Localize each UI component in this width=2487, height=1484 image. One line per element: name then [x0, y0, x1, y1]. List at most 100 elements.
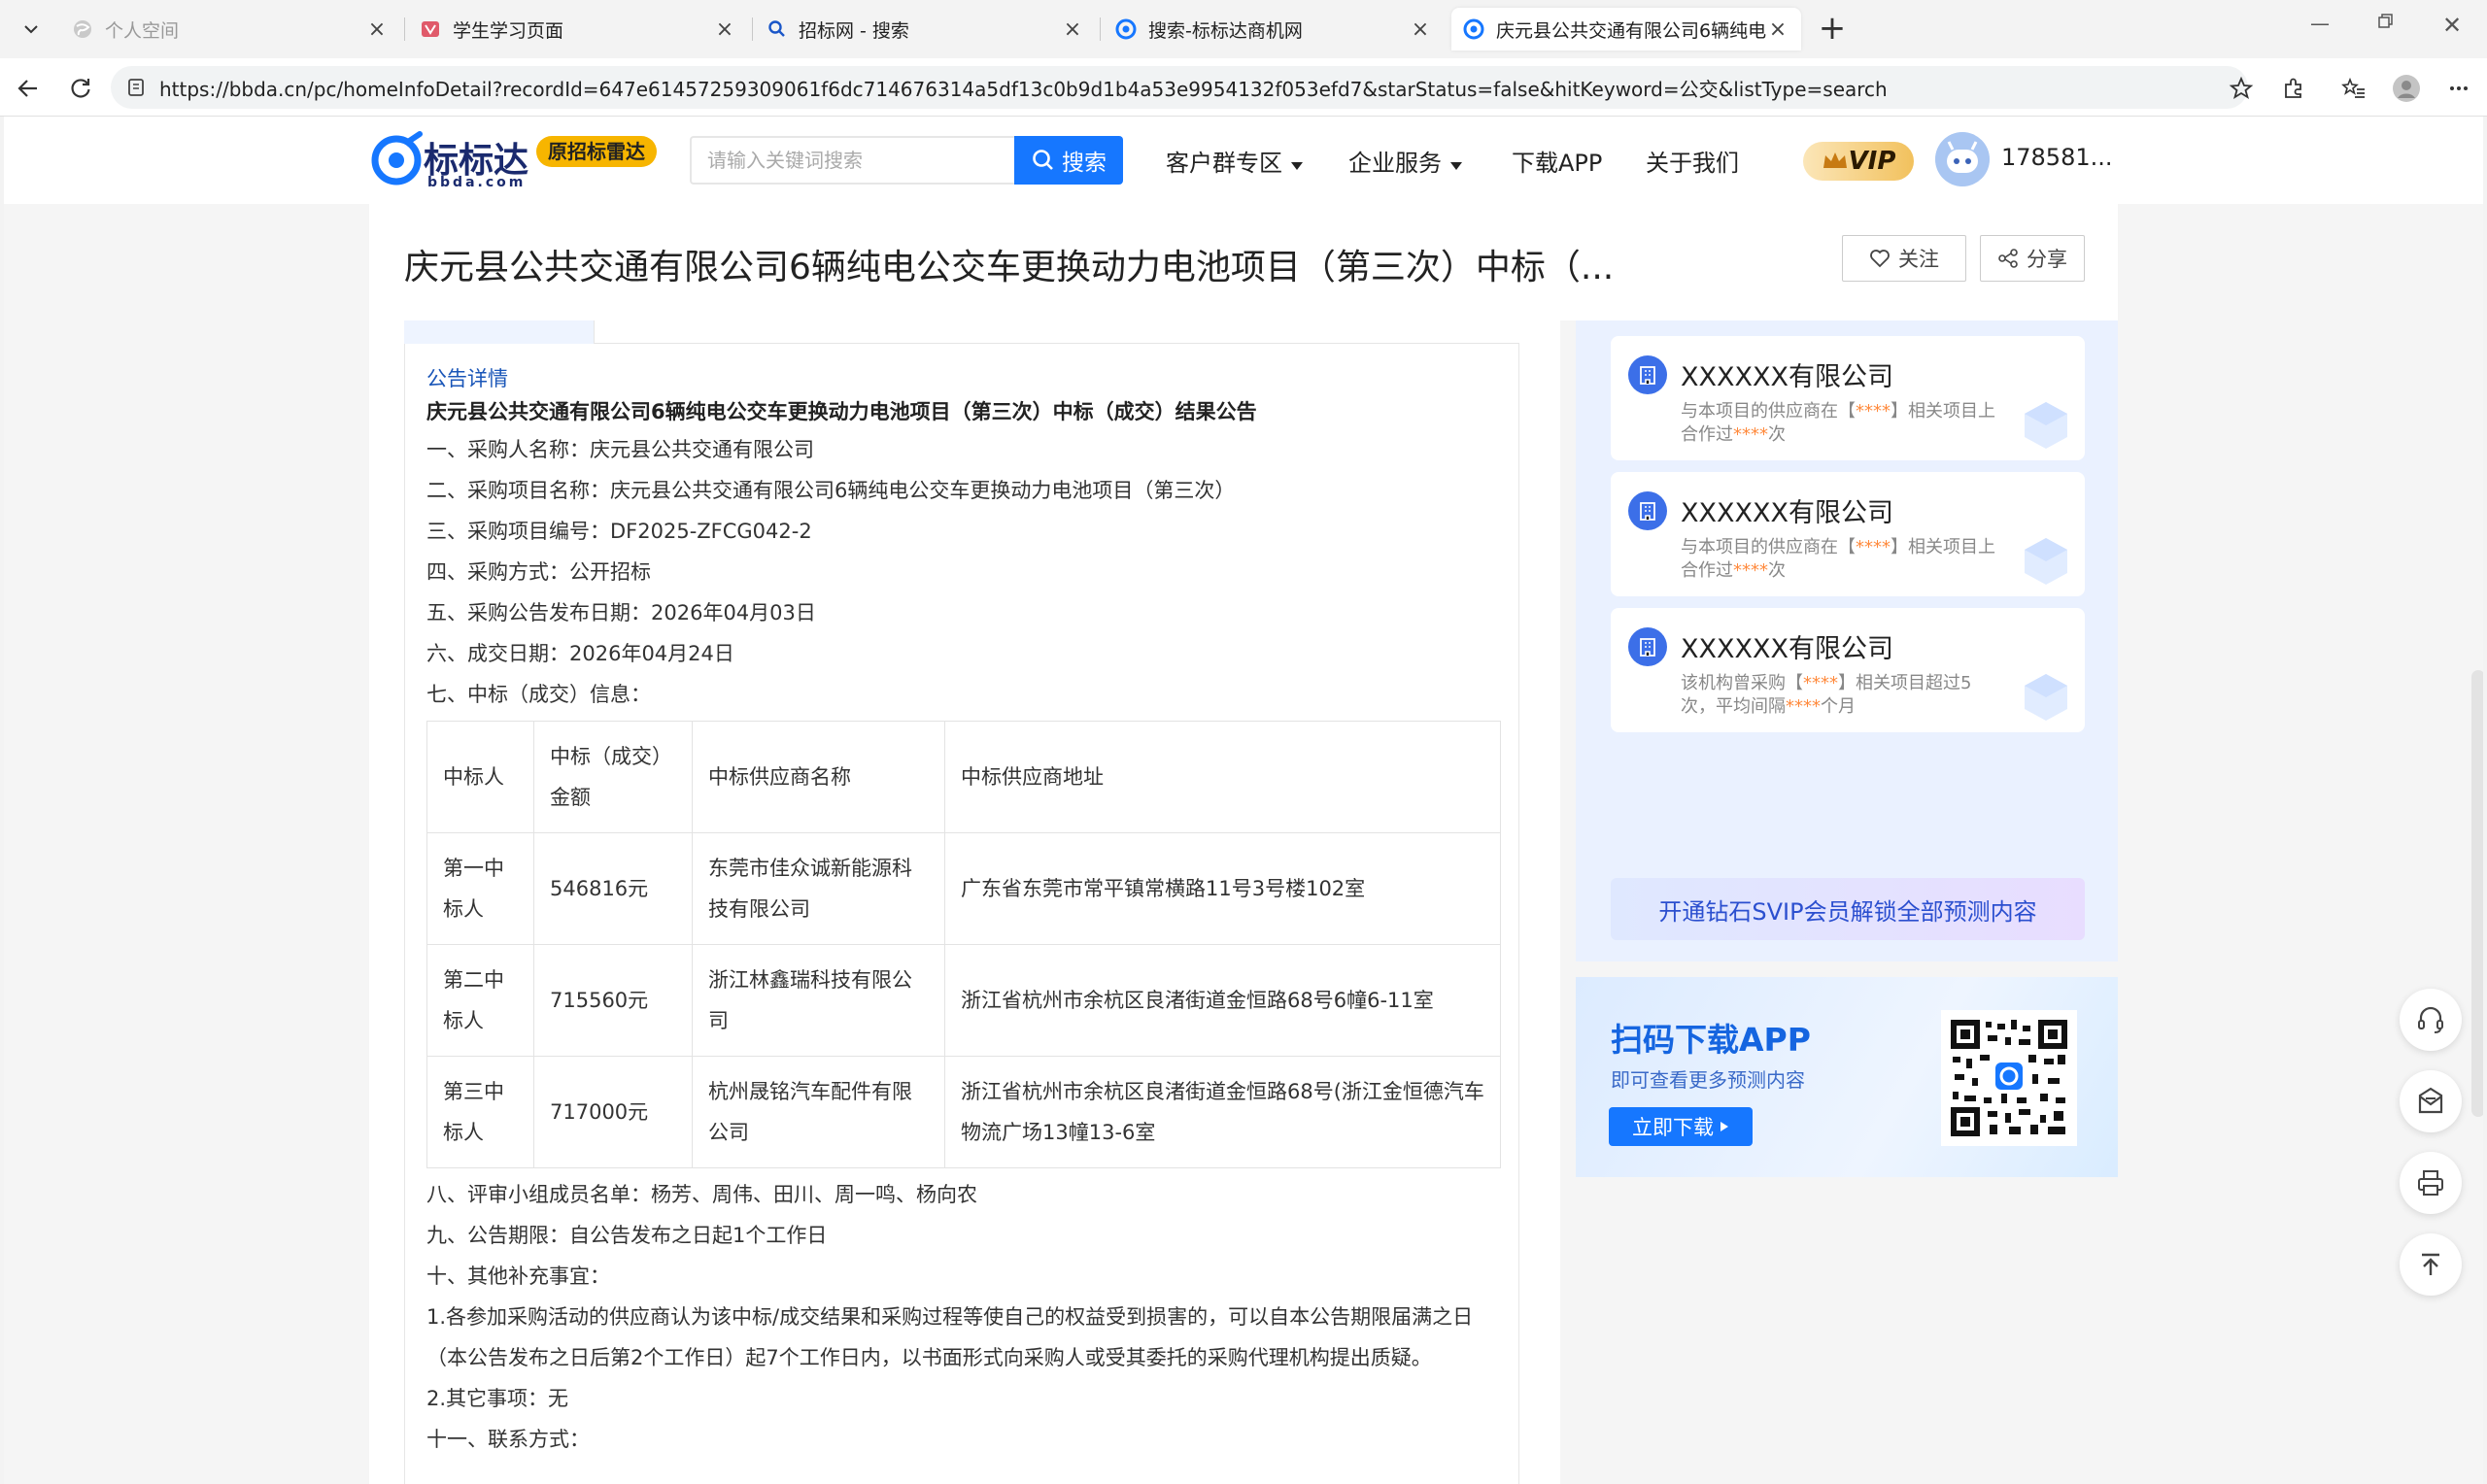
share-button[interactable]: 分享 [1980, 235, 2085, 282]
table-cell: 东莞市佳众诚新能源科技有限公司 [692, 832, 945, 945]
play-arrow-icon [1720, 1122, 1728, 1131]
tab-actions-button[interactable] [10, 12, 52, 47]
supplier-card[interactable]: XXXXXX有限公司 与本项目的供应商在【****】相关项目上合作过****次 [1611, 472, 2085, 596]
article-line: 一、采购人名称：庆元县公共交通有限公司 [426, 438, 814, 461]
award-table: 中标人 中标（成交）金额 中标供应商名称 中标供应商地址 第一中标人 54681… [426, 721, 1501, 1168]
reload-button[interactable] [64, 72, 97, 105]
search-icon [768, 20, 785, 37]
masked-text: **** [1803, 673, 1838, 693]
table-cell: 浙江省杭州市余杭区良渚街道金恒路68号6幢6-11室 [944, 944, 1501, 1057]
favorite-star-button[interactable] [2225, 72, 2258, 105]
tab-bbda-search[interactable]: 搜索-标标达商机网 × [1104, 8, 1444, 51]
back-button[interactable] [12, 72, 45, 105]
desc-text: 与本项目的供应商在【 [1681, 401, 1856, 422]
close-icon[interactable]: × [1766, 17, 1789, 42]
supplier-name: XXXXXX有限公司 [1681, 634, 1893, 664]
search-button[interactable]: 搜索 [1014, 136, 1123, 185]
cube-decoration-icon [2025, 674, 2067, 721]
url-text: https://bbda.cn/pc/homeInfoDetail?record… [159, 77, 1888, 101]
supplier-card[interactable]: XXXXXX有限公司 该机构曾采购【****】相关项目超过5次，平均间隔****… [1611, 608, 2085, 732]
download-now-button[interactable]: 立即下载 [1609, 1107, 1753, 1146]
username[interactable]: 178581... [2001, 144, 2113, 171]
reload-icon [71, 79, 90, 98]
favorites-icon [2341, 77, 2365, 98]
table-cell: 第三中标人 [426, 1056, 534, 1168]
star-icon [2229, 76, 2254, 99]
tab-personal-space[interactable]: 个人空间 × [60, 8, 400, 51]
qr-code [1941, 1010, 2077, 1146]
article-line: 十一、联系方式： [426, 1428, 590, 1451]
vip-badge[interactable]: VIP [1803, 142, 1914, 181]
table-cell: 第二中标人 [426, 944, 534, 1057]
caret-down-icon [1449, 162, 1462, 170]
extensions-button[interactable] [2277, 72, 2310, 105]
minimize-button[interactable]: — [2300, 12, 2339, 35]
restore-button[interactable] [2367, 12, 2405, 35]
close-icon[interactable]: × [1061, 17, 1084, 42]
unlock-svip-button[interactable]: 开通钻石SVIP会员解锁全部预测内容 [1611, 878, 2085, 940]
nav-download-app[interactable]: 下载APP [1512, 144, 1602, 178]
message-button[interactable] [2400, 1070, 2462, 1132]
supplier-desc: 与本项目的供应商在【****】相关项目上合作过****次 [1681, 536, 2001, 583]
browser-tab-strip: 个人空间 × 学生学习页面 × 招标网 - 搜索 × 搜索-标标达商机网 × 庆… [0, 0, 2487, 58]
follow-button[interactable]: 关注 [1842, 235, 1966, 282]
active-tab-indicator[interactable] [404, 320, 595, 344]
nav-label: 企业服务 [1348, 150, 1442, 177]
printer-icon [2418, 1170, 2443, 1196]
nav-enterprise-services[interactable]: 企业服务 [1348, 144, 1463, 178]
profile-avatar-icon [2393, 75, 2420, 102]
article-body: 公告详情 庆元县公共交通有限公司6辆纯电公交车更换动力电池项目（第三次）中标（成… [404, 344, 1519, 1484]
page-scrollbar[interactable] [2471, 670, 2483, 1117]
avatar[interactable] [1935, 132, 1990, 186]
nav-about-us[interactable]: 关于我们 [1646, 144, 1739, 178]
qr-code-icon [1951, 1020, 2067, 1136]
tab-student-study[interactable]: 学生学习页面 × [408, 8, 748, 51]
vip-label: VIP [1848, 147, 1896, 176]
search-button-label: 搜索 [1062, 151, 1107, 176]
nav-customer-groups[interactable]: 客户群专区 [1166, 144, 1304, 178]
book-icon [422, 21, 439, 37]
supplier-desc: 该机构曾采购【****】相关项目超过5次，平均间隔****个月 [1681, 672, 2001, 719]
new-tab-button[interactable]: + [1815, 12, 1850, 47]
profile-button[interactable] [2390, 72, 2423, 105]
article-line: 五、采购公告发布日期：2026年04月03日 [426, 601, 816, 624]
url-field[interactable]: https://bbda.cn/pc/homeInfoDetail?record… [111, 66, 2248, 109]
tab-title: 学生学习页面 [453, 19, 564, 42]
close-icon[interactable]: × [365, 17, 389, 42]
caret-down-icon [1290, 162, 1303, 170]
table-cell: 546816元 [533, 832, 693, 945]
page-title: 庆元县公共交通有限公司6辆纯电公交车更换动力电池项目（第三次）中标（... [404, 248, 1615, 287]
logo-badge: 原招标雷达 [536, 136, 657, 167]
globe-icon [74, 20, 91, 38]
search-input[interactable]: 请输入关键词搜索 [690, 136, 1016, 185]
close-window-button[interactable]: ✕ [2433, 12, 2471, 39]
site-info-icon[interactable] [126, 78, 146, 97]
customer-service-button[interactable] [2400, 989, 2462, 1051]
table-cell: 717000元 [533, 1056, 693, 1168]
more-menu-button[interactable] [2442, 72, 2475, 105]
article-line: 六、成交日期：2026年04月24日 [426, 642, 734, 665]
site-header: 标标达 bbda.com 原招标雷达 请输入关键词搜索 搜索 客户群专区 企业服… [4, 117, 2483, 204]
back-to-top-button[interactable] [2400, 1233, 2462, 1296]
building-icon [1628, 355, 1667, 394]
follow-label: 关注 [1898, 248, 1939, 271]
print-button[interactable] [2400, 1152, 2462, 1214]
close-icon[interactable]: × [713, 17, 736, 42]
masked-text: **** [1733, 424, 1768, 445]
banner-subtitle: 即可查看更多预测内容 [1611, 1068, 1805, 1092]
cube-decoration-icon [2025, 402, 2067, 449]
favorites-list-button[interactable] [2337, 72, 2370, 105]
tab-bidding-search[interactable]: 招标网 - 搜索 × [756, 8, 1096, 51]
restore-icon [2378, 14, 2393, 28]
mail-icon [2418, 1087, 2443, 1114]
supplier-card[interactable]: XXXXXX有限公司 与本项目的供应商在【****】相关项目上合作过****次 [1611, 336, 2085, 460]
supplier-list: XXXXXX有限公司 与本项目的供应商在【****】相关项目上合作过****次 … [1576, 320, 2118, 961]
close-icon[interactable]: × [1409, 17, 1432, 42]
notice-content: 公告详情 庆元县公共交通有限公司6辆纯电公交车更换动力电池项目（第三次）中标（成… [369, 320, 1560, 1484]
table-cell: 浙江林鑫瑞科技有限公司 [692, 944, 945, 1057]
tab-title: 搜索-标标达商机网 [1148, 19, 1303, 42]
tab-divider [752, 17, 753, 41]
desc-text: 该机构曾采购【 [1681, 673, 1803, 693]
tab-current-page[interactable]: 庆元县公共交通有限公司6辆纯电公 × [1451, 8, 1801, 51]
headset-icon [2418, 1006, 2443, 1033]
